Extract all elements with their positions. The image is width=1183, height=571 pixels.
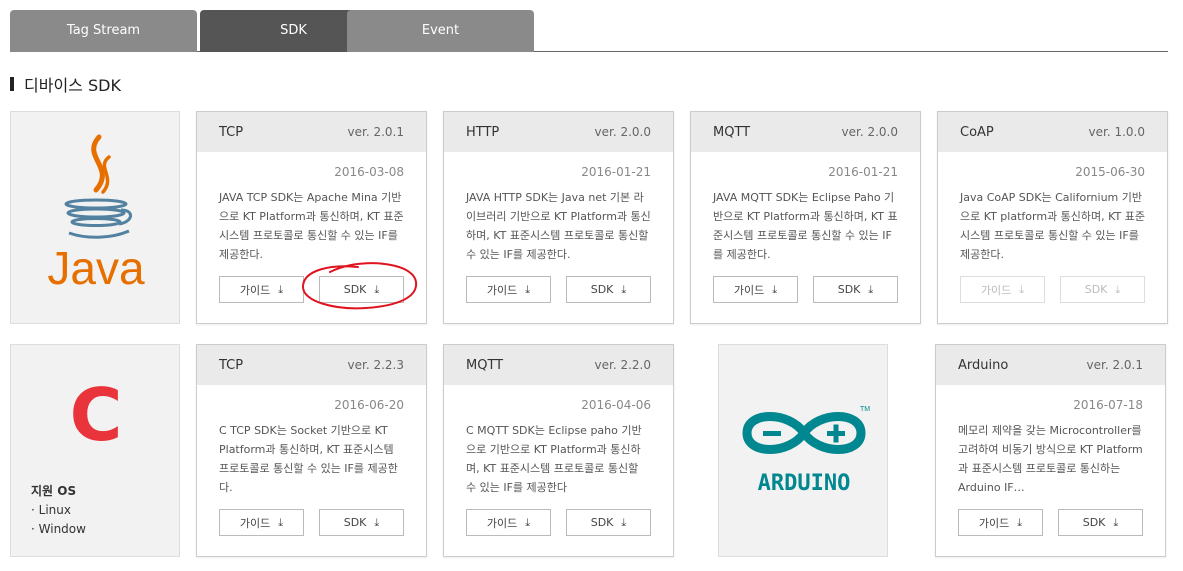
c-logo-letter: C <box>70 373 123 457</box>
download-icon: ⤓ <box>1115 282 1121 296</box>
download-icon: ⤓ <box>278 282 284 296</box>
card-date: 2016-01-21 <box>581 165 651 179</box>
supported-os: 지원 OS · Linux · Window <box>31 482 86 539</box>
section-title: 디바이스 SDK <box>10 72 121 96</box>
card-name: MQTT <box>466 357 504 373</box>
card-date: 2016-03-08 <box>334 165 404 179</box>
java-logo-text: Java <box>47 242 145 294</box>
sdk-card-java-coap: CoAP ver. 1.0.0 2015-06-30 Java CoAP SDK는… <box>937 111 1168 324</box>
download-icon: ⤓ <box>1017 515 1023 529</box>
arduino-logo-text: ARDUINO <box>758 471 851 496</box>
sdk-download-button: SDK ⤓ <box>1060 276 1145 303</box>
download-icon: ⤓ <box>621 515 627 529</box>
card-name: Arduino <box>958 357 1009 373</box>
java-logo-icon: Java <box>47 134 145 294</box>
card-version: ver. 2.2.0 <box>594 358 651 372</box>
download-icon: ⤓ <box>868 282 874 296</box>
button-label: 가이드 <box>239 283 271 297</box>
card-version: ver. 2.0.0 <box>841 125 898 139</box>
download-icon: ⤓ <box>621 282 627 296</box>
sdk-card-java-mqtt: MQTT ver. 2.0.0 2016-01-21 JAVA MQTT SDK는… <box>690 111 921 324</box>
card-description: C TCP SDK는 Socket 기반으로 KT Platform과 통신하며… <box>219 424 398 494</box>
section-title-text: 디바이스 SDK <box>24 76 121 95</box>
download-icon: ⤓ <box>374 515 380 529</box>
card-name: TCP <box>219 124 244 140</box>
tab-event[interactable]: Event <box>347 10 534 52</box>
guide-download-button: 가이드 ⤓ <box>960 276 1045 303</box>
sdk-card-arduino: Arduino ver. 2.0.1 2016-07-18 메모리 제약을 갖는 … <box>935 344 1166 557</box>
card-description: 메모리 제약을 갖는 Microcontroller를 고려하여 비동기 방식으… <box>958 424 1143 494</box>
button-label: 가이드 <box>733 283 765 297</box>
c-logo-box: C 지원 OS · Linux · Window <box>10 344 180 557</box>
card-date: 2015-06-30 <box>1075 165 1145 179</box>
download-icon: ⤓ <box>1019 282 1025 296</box>
trademark-mark: TM <box>860 406 870 413</box>
os-item: · Linux <box>31 503 71 517</box>
guide-download-button[interactable]: 가이드 ⤓ <box>219 276 304 303</box>
button-label: SDK <box>590 516 614 529</box>
card-version: ver. 2.0.1 <box>347 125 404 139</box>
tab-bar: Tag Stream SDK Event <box>10 10 1168 52</box>
card-name: TCP <box>219 357 244 373</box>
card-version: ver. 2.0.0 <box>594 125 651 139</box>
guide-download-button[interactable]: 가이드 ⤓ <box>466 509 551 536</box>
java-logo-box: Java <box>10 111 180 324</box>
title-bar-marker <box>10 77 14 91</box>
card-date: 2016-04-06 <box>581 398 651 412</box>
guide-download-button[interactable]: 가이드 ⤓ <box>466 276 551 303</box>
card-date: 2016-01-21 <box>828 165 898 179</box>
arduino-logo-box: TM ARDUINO <box>718 344 888 557</box>
sdk-download-button[interactable]: SDK ⤓ <box>566 276 651 303</box>
sdk-download-button[interactable]: SDK ⤓ <box>319 509 404 536</box>
download-icon: ⤓ <box>278 515 284 529</box>
sdk-download-button[interactable]: SDK ⤓ <box>1058 509 1143 536</box>
card-date: 2016-07-18 <box>1073 398 1143 412</box>
button-label: SDK <box>343 516 367 529</box>
sdk-card-java-http: HTTP ver. 2.0.0 2016-01-21 JAVA HTTP SDK는… <box>443 111 674 324</box>
button-label: 가이드 <box>980 283 1012 297</box>
button-label: 가이드 <box>978 516 1010 530</box>
button-label: SDK <box>1082 516 1106 529</box>
sdk-card-c-tcp: TCP ver. 2.2.3 2016-06-20 C TCP SDK는 Sock… <box>196 344 427 557</box>
card-name: HTTP <box>466 124 500 140</box>
annotation-circle <box>301 262 418 310</box>
button-label: SDK <box>837 283 861 296</box>
guide-download-button[interactable]: 가이드 ⤓ <box>713 276 798 303</box>
card-description: JAVA MQTT SDK는 Eclipse Paho 기반으로 KT Plat… <box>713 191 898 261</box>
download-icon: ⤓ <box>1113 515 1119 529</box>
button-label: 가이드 <box>486 516 518 530</box>
sdk-download-button[interactable]: SDK ⤓ <box>813 276 898 303</box>
card-version: ver. 1.0.0 <box>1088 125 1145 139</box>
card-name: CoAP <box>960 124 994 140</box>
card-version: ver. 2.2.3 <box>347 358 404 372</box>
card-description: JAVA HTTP SDK는 Java net 기본 라이브러리 기반으로 KT… <box>466 191 651 261</box>
card-name: MQTT <box>713 124 751 140</box>
button-label: 가이드 <box>239 516 271 530</box>
card-description: C MQTT SDK는 Eclipse paho 기반으로 기반으로 KT Pl… <box>466 424 642 494</box>
os-title: 지원 OS <box>31 484 77 498</box>
guide-download-button[interactable]: 가이드 ⤓ <box>958 509 1043 536</box>
card-version: ver. 2.0.1 <box>1086 358 1143 372</box>
c-logo-icon: C <box>70 373 123 457</box>
button-label: SDK <box>1084 283 1108 296</box>
sdk-download-button[interactable]: SDK ⤓ <box>566 509 651 536</box>
button-label: SDK <box>590 283 614 296</box>
download-icon: ⤓ <box>525 515 531 529</box>
card-description: Java CoAP SDK는 Californium 기반으로 KT platf… <box>960 191 1145 261</box>
guide-download-button[interactable]: 가이드 ⤓ <box>219 509 304 536</box>
sdk-card-c-mqtt: MQTT ver. 2.2.0 2016-04-06 C MQTT SDK는 Ec… <box>443 344 674 557</box>
tab-tag-stream[interactable]: Tag Stream <box>10 10 197 52</box>
button-label: 가이드 <box>486 283 518 297</box>
download-icon: ⤓ <box>772 282 778 296</box>
arduino-logo-icon: TM ARDUINO <box>742 406 870 496</box>
card-date: 2016-06-20 <box>334 398 404 412</box>
download-icon: ⤓ <box>525 282 531 296</box>
os-item: · Window <box>31 522 86 536</box>
